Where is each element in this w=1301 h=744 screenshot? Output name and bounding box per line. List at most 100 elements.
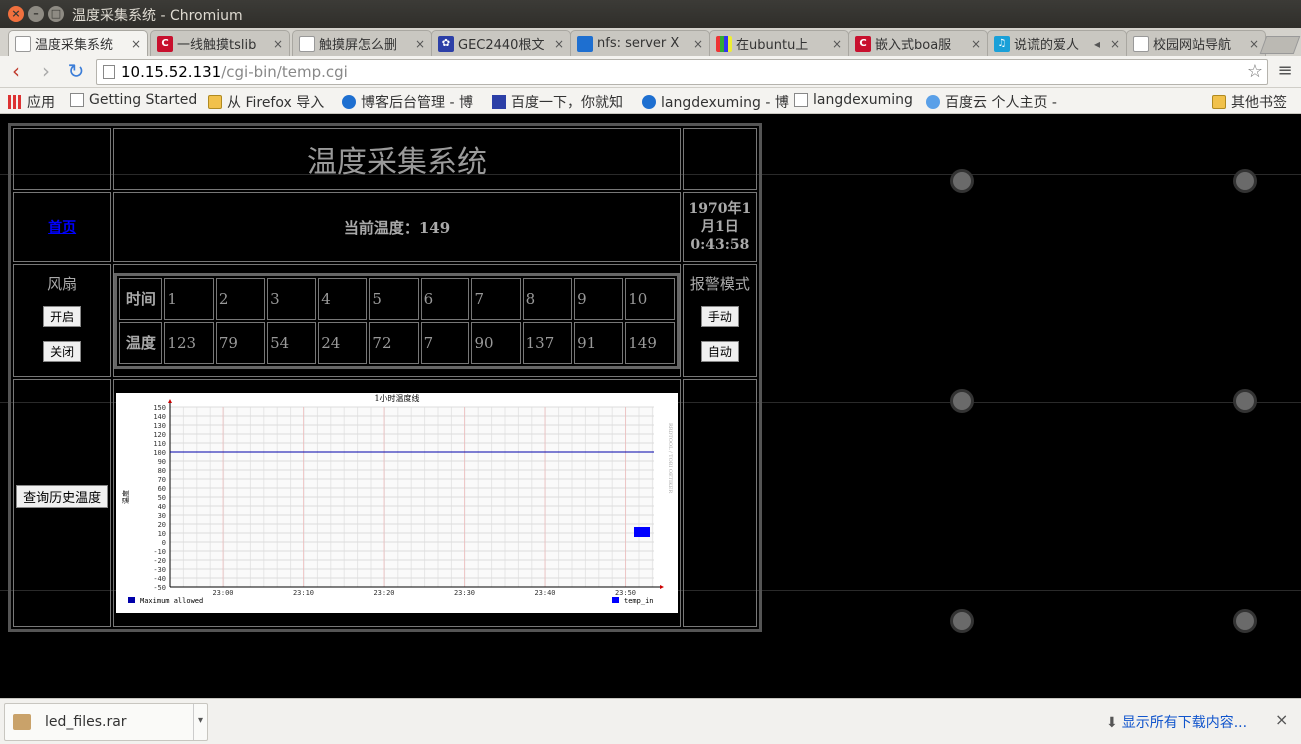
bookmark-blog-admin[interactable]: 博客后台管理 - 博 xyxy=(342,92,473,112)
bookmark-star-icon[interactable]: ☆ xyxy=(1247,60,1263,84)
bookmark-label: 从 Firefox 导入 xyxy=(227,95,325,111)
fan-on-button[interactable]: 开启 xyxy=(43,306,82,327)
bookmark-apps[interactable]: 应用 xyxy=(8,92,55,112)
close-icon[interactable]: × xyxy=(693,37,705,51)
bookmark-firefox-import[interactable]: 从 Firefox 导入 xyxy=(208,92,324,112)
tab-tslib[interactable]: C 一线触摸tslib × xyxy=(150,30,290,56)
background-gear-icon xyxy=(953,172,971,190)
chevron-down-icon[interactable]: ▾ xyxy=(193,704,207,740)
new-tab-button[interactable] xyxy=(1259,36,1301,54)
temp-in-bar xyxy=(634,527,651,537)
tab-label: 一线触摸tslib xyxy=(177,38,257,53)
bookmarks-bar: 应用 Getting Started 从 Firefox 导入 博客后台管理 -… xyxy=(0,88,1301,114)
close-icon[interactable]: × xyxy=(832,37,844,51)
folder-icon xyxy=(208,95,222,109)
datetime-line: 0:43:58 xyxy=(690,237,750,253)
legend-swatch xyxy=(128,597,136,603)
menu-icon[interactable]: ≡ xyxy=(1275,60,1295,81)
bookmark-baidu[interactable]: 百度一下，你就知 xyxy=(492,92,623,112)
bookmark-getting-started[interactable]: Getting Started xyxy=(70,92,197,108)
forward-icon[interactable]: › xyxy=(34,60,58,84)
tab-music[interactable]: ♫ 说谎的爱人 ◂ × xyxy=(987,30,1127,56)
download-item[interactable]: led_files.rar ▾ xyxy=(4,703,208,741)
download-shelf: led_files.rar ▾ ⬇ 显示所有下载内容... × xyxy=(0,698,1301,744)
tab-nfs[interactable]: nfs: server X × xyxy=(570,30,710,56)
show-all-downloads-link[interactable]: ⬇ 显示所有下载内容... xyxy=(1106,712,1247,732)
alarm-auto-button[interactable]: 自动 xyxy=(700,341,739,362)
temp-cell: 7 xyxy=(420,321,470,364)
address-bar[interactable]: 10.15.52.131/cgi-bin/temp.cgi ☆ xyxy=(96,59,1268,85)
tab-boa[interactable]: C 嵌入式boa服 × xyxy=(848,30,988,56)
temp-cell: 90 xyxy=(471,321,521,364)
chart-svg: 1501401301201101009080706050403020100-10… xyxy=(121,393,673,605)
tab-label: 温度采集系统 xyxy=(35,38,114,53)
y-tick-label: 110 xyxy=(153,440,166,448)
apps-grid-icon xyxy=(8,95,22,109)
reload-icon[interactable]: ↻ xyxy=(64,60,88,84)
bookmark-langdexuming[interactable]: langdexuming xyxy=(794,92,913,108)
y-tick-label: -10 xyxy=(153,548,166,556)
alarm-mode-label: 报警模式 xyxy=(689,275,750,293)
close-icon[interactable]: × xyxy=(554,37,566,51)
close-icon[interactable]: × xyxy=(971,37,983,51)
home-link[interactable]: 首页 xyxy=(48,220,76,236)
x-axis-arrow xyxy=(660,585,665,589)
window-title: 温度采集系统 - Chromium xyxy=(72,8,243,24)
window-maximize-button[interactable]: □ xyxy=(48,6,64,22)
tab-gec2440[interactable]: ✿ GEC2440根文 × xyxy=(431,30,571,56)
alarm-manual-button[interactable]: 手动 xyxy=(700,306,739,327)
tab-touchscreen[interactable]: 触摸屏怎么删 × xyxy=(292,30,432,56)
window-minimize-button[interactable]: – xyxy=(28,6,44,22)
back-icon[interactable]: ‹ xyxy=(4,60,28,84)
corner-cell xyxy=(682,128,757,190)
bookmark-label: langdexuming xyxy=(813,92,913,108)
browser-toolbar: ‹ › ↻ 10.15.52.131/cgi-bin/temp.cgi ☆ ≡ xyxy=(0,56,1301,88)
time-header: 时间 xyxy=(119,277,163,320)
time-cell: 4 xyxy=(318,277,368,320)
background-gear-icon xyxy=(953,612,971,630)
page-icon xyxy=(299,35,315,52)
page-title: 温度采集系统 xyxy=(307,145,488,180)
close-icon[interactable]: × xyxy=(1249,37,1261,51)
window-close-button[interactable]: × xyxy=(8,6,24,22)
bookmark-label: 百度云 个人主页 - xyxy=(945,95,1057,111)
bookmark-other[interactable]: 其他书签 xyxy=(1212,92,1287,112)
current-temp-cell: 当前温度：149 xyxy=(113,192,681,262)
y-tick-label: 70 xyxy=(158,476,166,484)
tab-label: 在ubuntu上 xyxy=(736,38,809,53)
close-icon[interactable]: × xyxy=(1110,37,1122,51)
close-icon[interactable]: × xyxy=(1275,710,1288,729)
page-icon xyxy=(70,93,84,107)
tab-temp-system[interactable]: 温度采集系统 × xyxy=(8,30,148,56)
history-query-button[interactable]: 查询历史温度 xyxy=(16,484,109,508)
tab-ubuntu[interactable]: 在ubuntu上 × xyxy=(709,30,849,56)
close-icon[interactable]: × xyxy=(415,37,427,51)
globe-icon xyxy=(642,95,656,109)
temperature-data-table: 时间 1 2 3 4 5 6 7 8 9 10 温度 123 79 54 24 … xyxy=(114,272,680,369)
close-icon[interactable]: × xyxy=(273,37,285,51)
alarm-mode-cell: 报警模式 手动 自动 xyxy=(682,264,757,377)
show-all-label: 显示所有下载内容... xyxy=(1121,715,1248,731)
globe-icon xyxy=(577,35,593,52)
page-icon xyxy=(794,93,808,107)
x-tick-label: 23:50 xyxy=(615,589,636,597)
baidu-paw-icon xyxy=(492,95,506,109)
table-row: 时间 1 2 3 4 5 6 7 8 9 10 xyxy=(119,277,675,320)
bookmark-baiduyun[interactable]: 百度云 个人主页 - xyxy=(926,92,1057,112)
baidu-paw-icon: ✿ xyxy=(438,35,454,52)
download-arrow-icon: ⬇ xyxy=(1106,715,1118,731)
chart-cell: 150 140 130 120 110 100 90 80 70 60 50 40 30 20 10 0 -10… xyxy=(113,379,681,627)
close-icon[interactable]: × xyxy=(131,37,143,51)
tab-label: 说谎的爱人 xyxy=(1014,38,1080,53)
x-tick-label: 23:00 xyxy=(212,589,233,597)
c-logo-icon: C xyxy=(855,35,871,52)
fan-off-button[interactable]: 关闭 xyxy=(43,341,82,362)
tab-campus-nav[interactable]: 校园网站导航 × xyxy=(1126,30,1266,56)
fan-control-cell: 风扇 开启 关闭 xyxy=(13,264,112,377)
legend-swatch xyxy=(612,597,620,603)
empty-cell xyxy=(682,379,757,627)
datetime-display: 1970年1 月1日 0:43:58 xyxy=(684,200,756,254)
bookmark-langdexuming-blog[interactable]: langdexuming - 博 xyxy=(642,92,789,112)
tab-label: 触摸屏怎么删 xyxy=(319,38,398,53)
folder-icon xyxy=(1212,95,1226,109)
